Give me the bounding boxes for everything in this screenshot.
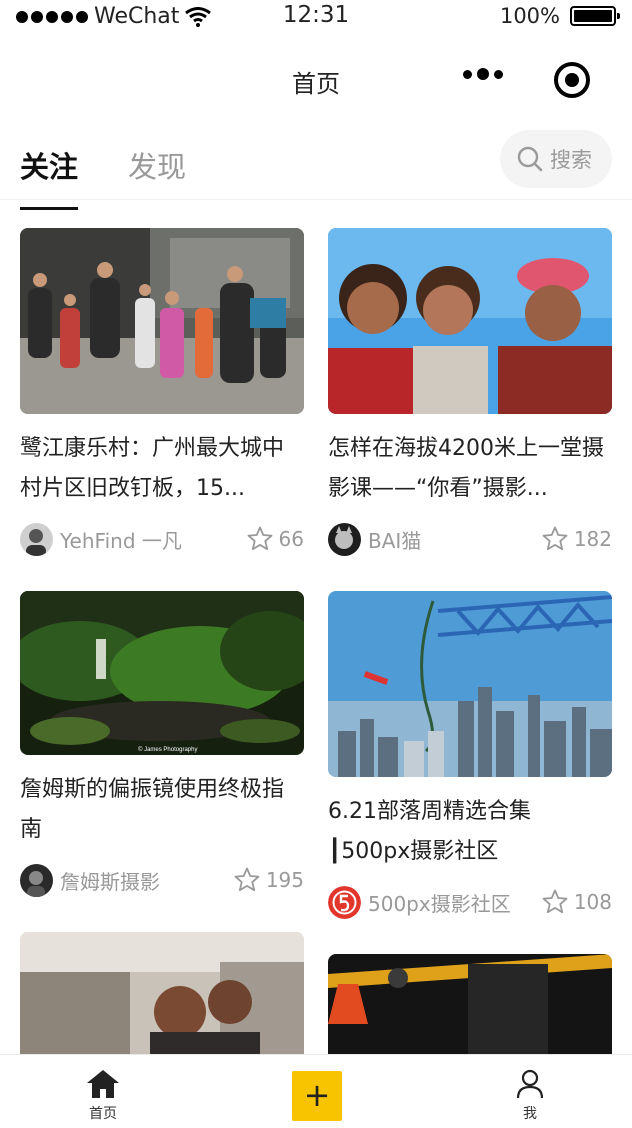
post-card[interactable]: 鹭江康乐村：广州最大城中村片区旧改钉板，15... YehFind 一凡 66: [20, 228, 304, 559]
post-image-forest-waterfall[interactable]: © James Photography: [20, 591, 304, 755]
bottom-tab-bar: 首页 + 我: [0, 1054, 632, 1128]
image-watermark: © James Photography: [138, 746, 197, 753]
battery-group: 100%: [499, 4, 620, 28]
post-card[interactable]: 怎样在海拔4200米上一堂摄影课——“你看”摄影... BAI猫 182: [328, 228, 612, 559]
feed-grid: 鹭江康乐村：广州最大城中村片区旧改钉板，15... YehFind 一凡 66: [0, 228, 632, 1054]
like-count: 66: [278, 527, 304, 551]
post-card[interactable]: © James Photography 詹姆斯的偏振镜使用终极指南 詹姆斯摄影 …: [20, 591, 304, 900]
post-image-children-smiling[interactable]: [20, 932, 304, 1054]
status-bar: WeChat 12:31 100%: [0, 0, 632, 34]
post-image-street-crowd[interactable]: [20, 228, 304, 414]
feed-column-left: 鹭江康乐村：广州最大城中村片区旧改钉板，15... YehFind 一凡 66: [20, 228, 304, 1054]
post-title[interactable]: 鹭江康乐村：广州最大城中村片区旧改钉板，15...: [20, 429, 304, 509]
search-label: 搜索: [550, 148, 592, 172]
search-button[interactable]: 搜索: [500, 130, 612, 188]
star-icon: [542, 526, 568, 551]
avatar[interactable]: [328, 885, 361, 919]
avatar[interactable]: [328, 522, 361, 556]
avatar[interactable]: [20, 863, 53, 897]
post-image-night-street[interactable]: [328, 954, 612, 1054]
like-button[interactable]: 182: [541, 525, 612, 553]
page-title: 首页: [292, 70, 340, 98]
post-card[interactable]: [328, 954, 612, 1054]
search-icon: [517, 146, 543, 172]
tab-me-label: 我: [523, 1106, 537, 1122]
post-image-three-children[interactable]: [328, 228, 612, 414]
like-button[interactable]: 66: [246, 525, 304, 553]
feed-tabs: 关注 发现 搜索: [0, 128, 632, 210]
post-card[interactable]: 6.21部落周精选合集 ┃500px摄影社区 500px摄影社区 108: [328, 591, 612, 922]
battery-icon: [570, 6, 620, 26]
post-card[interactable]: [20, 932, 304, 1054]
author-name[interactable]: 500px摄影社区: [368, 888, 541, 917]
tab-discover[interactable]: 发现: [128, 144, 186, 186]
like-count: 108: [573, 890, 612, 914]
post-meta: BAI猫 182: [328, 519, 612, 559]
post-title[interactable]: 怎样在海拔4200米上一堂摄影课——“你看”摄影...: [328, 429, 612, 509]
more-options-icon[interactable]: [463, 68, 503, 80]
post-meta: YehFind 一凡 66: [20, 519, 304, 559]
author-name[interactable]: YehFind 一凡: [60, 525, 246, 554]
navigation-bar: 首页: [0, 34, 632, 124]
post-title[interactable]: 詹姆斯的偏振镜使用终极指南: [20, 770, 304, 850]
post-meta: 詹姆斯摄影 195: [20, 860, 304, 900]
like-button[interactable]: 108: [541, 888, 612, 916]
star-icon: [247, 526, 272, 551]
add-post-button[interactable]: +: [292, 1071, 342, 1121]
post-meta: 500px摄影社区 108: [328, 882, 612, 922]
star-icon: [542, 889, 568, 914]
tab-me[interactable]: 我: [510, 1069, 550, 1123]
author-name[interactable]: 詹姆斯摄影: [60, 866, 233, 895]
like-count: 195: [265, 868, 304, 892]
author-name[interactable]: BAI猫: [368, 525, 541, 554]
post-title[interactable]: 6.21部落周精选合集 ┃500px摄影社区: [328, 792, 612, 872]
like-count: 182: [573, 527, 612, 551]
tab-home-label: 首页: [89, 1106, 117, 1122]
battery-percent: 100%: [499, 4, 560, 28]
tab-home[interactable]: 首页: [82, 1069, 124, 1123]
user-icon: [516, 1069, 544, 1099]
feed-column-right: 怎样在海拔4200米上一堂摄影课——“你看”摄影... BAI猫 182 6.2…: [328, 228, 612, 1054]
close-miniprogram-icon[interactable]: [554, 62, 590, 98]
tab-follow[interactable]: 关注: [20, 144, 79, 210]
star-icon: [234, 867, 260, 892]
avatar[interactable]: [20, 522, 53, 556]
post-image-city-skyline[interactable]: [328, 591, 612, 777]
like-button[interactable]: 195: [233, 866, 304, 894]
home-icon: [87, 1070, 119, 1098]
